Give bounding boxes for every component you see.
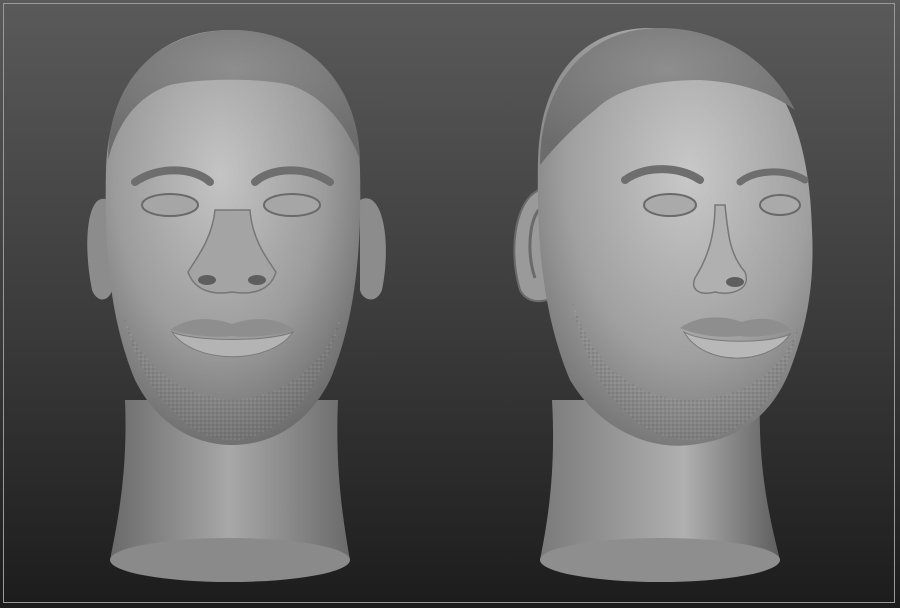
nostril-side — [726, 277, 744, 287]
right-eye-side — [759, 194, 801, 216]
neck-base-front — [110, 538, 350, 582]
left-eye-side — [643, 193, 697, 217]
right-nostril-front — [248, 275, 266, 285]
sculpt-render — [87, 28, 813, 582]
head-side-view — [513, 28, 813, 582]
right-ear-front — [360, 198, 386, 300]
right-eye-front — [263, 193, 321, 217]
left-eye-front — [141, 193, 199, 217]
head-front-view — [87, 30, 386, 582]
render-viewport — [0, 0, 900, 608]
left-nostril-front — [198, 275, 216, 285]
neck-base-side — [540, 538, 780, 582]
